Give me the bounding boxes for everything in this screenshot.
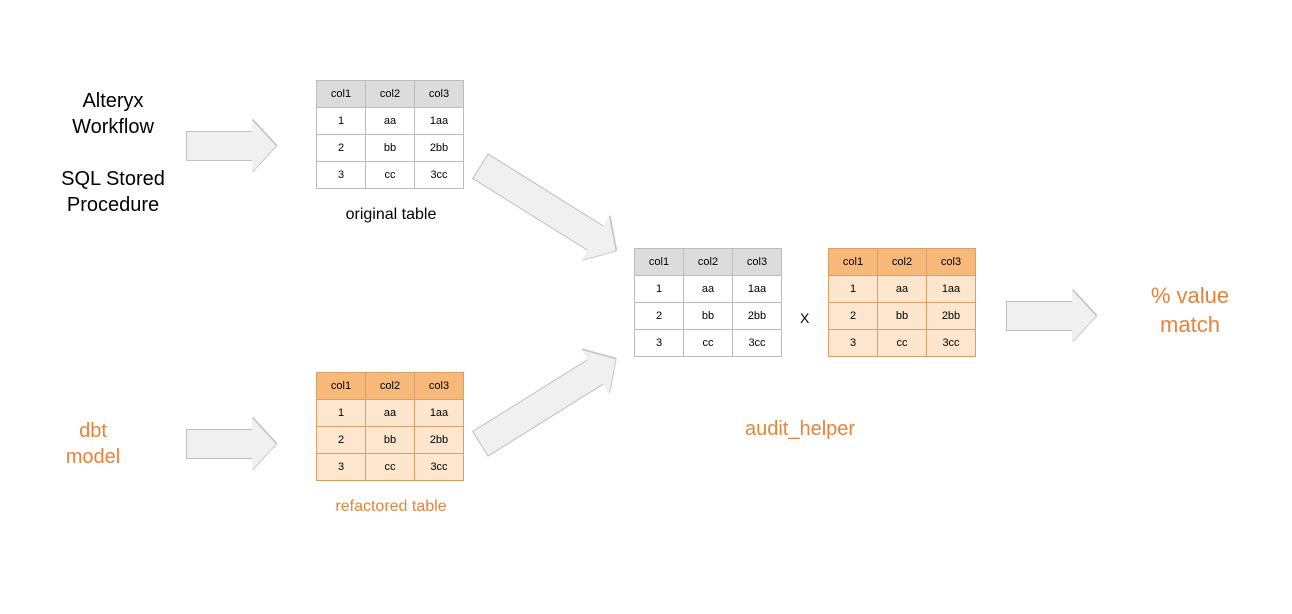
hdr: col2 xyxy=(366,81,415,108)
audit-helper-label: audit_helper xyxy=(710,418,890,441)
hdr: col1 xyxy=(635,249,684,276)
hdr: col2 xyxy=(684,249,733,276)
original-table-caption: original table xyxy=(316,206,466,224)
hdr: col3 xyxy=(927,249,976,276)
arrow-original-to-audit xyxy=(466,144,629,273)
compare-operator-x: X xyxy=(800,310,809,326)
result-value-match-label: % value match xyxy=(1130,282,1250,339)
audit-left-table: col1 col2 col3 1aa1aa 2bb2bb 3cc3cc xyxy=(634,248,782,357)
table-row: 1aa1aa xyxy=(317,400,464,427)
hdr: col3 xyxy=(415,81,464,108)
table-row: 1aa1aa xyxy=(829,276,976,303)
source-top-label: Alteryx Workflow SQL Stored Procedure xyxy=(48,88,178,218)
refactored-table-caption: refactored table xyxy=(316,498,466,516)
table-row: 1aa1aa xyxy=(635,276,782,303)
hdr: col1 xyxy=(317,373,366,400)
arrow-audit-to-result xyxy=(1006,290,1096,342)
hdr: col1 xyxy=(829,249,878,276)
hdr: col3 xyxy=(733,249,782,276)
table-row: 3cc3cc xyxy=(635,330,782,357)
hdr: col1 xyxy=(317,81,366,108)
table-row: 3cc3cc xyxy=(317,454,464,481)
refactored-table: col1 col2 col3 1aa1aa 2bb2bb 3cc3cc xyxy=(316,372,464,481)
arrow-refactored-to-audit xyxy=(466,337,629,466)
source-dbt-label: dbt model xyxy=(48,418,138,470)
table-row: 1aa1aa xyxy=(317,108,464,135)
arrow-bottom-source-to-table xyxy=(186,418,276,470)
table-row: 3cc3cc xyxy=(829,330,976,357)
hdr: col2 xyxy=(366,373,415,400)
hdr: col3 xyxy=(415,373,464,400)
audit-right-table: col1 col2 col3 1aa1aa 2bb2bb 3cc3cc xyxy=(828,248,976,357)
table-row: 2bb2bb xyxy=(317,135,464,162)
table-row: 2bb2bb xyxy=(635,303,782,330)
table-row: 3cc3cc xyxy=(317,162,464,189)
hdr: col2 xyxy=(878,249,927,276)
arrow-top-source-to-table xyxy=(186,120,276,172)
table-row: 2bb2bb xyxy=(317,427,464,454)
table-row: 2bb2bb xyxy=(829,303,976,330)
original-table: col1 col2 col3 1aa1aa 2bb2bb 3cc3cc xyxy=(316,80,464,189)
